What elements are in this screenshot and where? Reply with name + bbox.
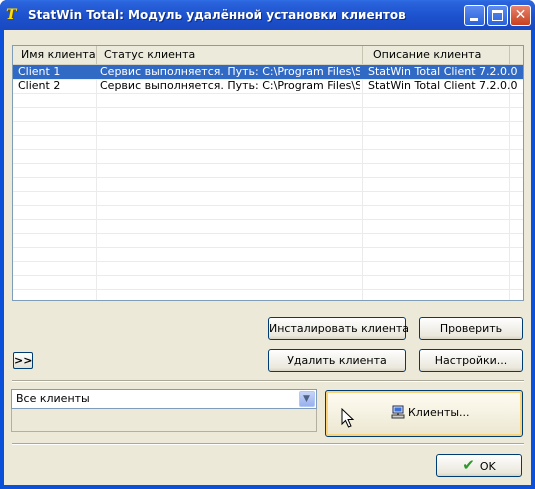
table-row[interactable]: Client 2 Сервис выполняется. Путь: C:\Pr… [13,79,523,93]
table-row[interactable]: Client 1 Сервис выполняется. Путь: C:\Pr… [13,65,523,79]
computer-icon [391,405,405,419]
ok-button[interactable]: ✔ OK [436,454,522,477]
grid-line [13,289,523,290]
grid-line [13,149,523,150]
clients-list-body: Client 1 Сервис выполняется. Путь: C:\Pr… [13,65,523,300]
mouse-cursor-icon [341,408,355,428]
checkmark-icon: ✔ [462,456,475,474]
client-name: Client 1 [18,65,61,78]
column-header-filler [510,46,523,64]
grid-line [13,177,523,178]
main-window: T StatWin Total: Модуль удалённой устано… [0,0,535,489]
grid-line [13,121,523,122]
expand-button[interactable]: >> [13,352,33,369]
chevron-down-icon: ▼ [303,394,310,404]
ok-button-label: OK [479,460,496,473]
client-filter-value: Все клиенты [16,392,90,405]
separator [12,443,524,445]
grid-line [13,191,523,192]
maximize-button[interactable] [487,5,508,26]
grid-line [13,135,523,136]
client-description: StatWin Total Client 7.2.0.0 [368,65,518,78]
grid-line [13,233,523,234]
client-name: Client 2 [18,79,61,92]
column-header-description[interactable]: Описание клиента [363,46,510,64]
grid-line [362,65,363,300]
dropdown-button[interactable]: ▼ [299,391,315,407]
minimize-button[interactable] [464,5,485,26]
grid-line [13,107,523,108]
minimize-icon [470,18,478,21]
clients-button[interactable]: Клиенты... [325,390,523,437]
client-filter-panel [11,409,317,432]
grid-line [509,65,510,300]
client-filter-select[interactable]: Все клиенты ▼ [11,389,317,409]
grid-line [13,275,523,276]
column-header-status[interactable]: Статус клиента [97,46,363,64]
check-button[interactable]: Проверить [419,317,523,340]
dialog-body: Имя клиента Статус клиента Описание клие… [4,30,531,485]
grid-line [13,247,523,248]
maximize-icon [492,10,503,21]
grid-line [13,93,523,94]
title-bar[interactable]: T StatWin Total: Модуль удалённой устано… [0,0,535,30]
window-border-bottom [0,485,535,489]
delete-client-button[interactable]: Удалить клиента [268,349,406,372]
settings-button[interactable]: Настройки... [419,349,523,372]
statwin-app-icon[interactable]: T [6,7,22,23]
grid-line [13,163,523,164]
close-icon: ✕ [514,7,527,23]
grid-line [13,205,523,206]
window-title: StatWin Total: Модуль удалённой установк… [28,8,406,22]
client-status: Сервис выполняется. Путь: C:\Program Fil… [100,79,360,92]
install-client-button[interactable]: Инсталировать клиента [268,317,409,340]
clients-list-header: Имя клиента Статус клиента Описание клие… [13,46,523,65]
grid-line [13,219,523,220]
client-description: StatWin Total Client 7.2.0.0 [368,79,518,92]
grid-line [96,65,97,300]
clients-list[interactable]: Имя клиента Статус клиента Описание клие… [12,45,524,301]
clients-button-label: Клиенты... [408,406,470,419]
close-button[interactable]: ✕ [510,5,531,26]
column-header-name[interactable]: Имя клиента [13,46,97,64]
window-border-right [531,30,535,489]
separator [12,380,524,382]
grid-line [13,261,523,262]
client-status: Сервис выполняется. Путь: C:\Program Fil… [100,65,360,78]
